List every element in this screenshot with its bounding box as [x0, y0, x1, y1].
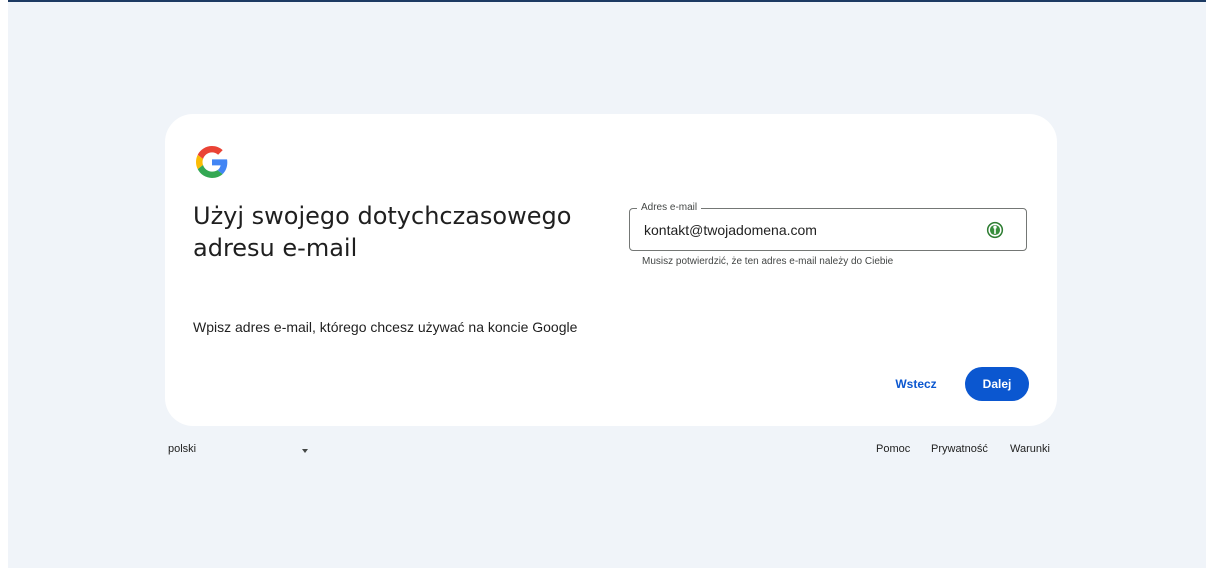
google-g-logo-icon [196, 146, 228, 178]
page-subtitle: Wpisz adres e-mail, którego chcesz używa… [193, 319, 578, 335]
signup-card: Użyj swojego dotychczasowego adresu e-ma… [165, 114, 1057, 426]
email-input[interactable] [631, 215, 974, 245]
email-helper-text: Musisz potwierdzić, że ten adres e-mail … [642, 256, 894, 267]
password-manager-icon[interactable] [986, 221, 1004, 239]
chevron-down-icon [302, 449, 308, 453]
terms-link[interactable]: Warunki [1010, 443, 1050, 455]
privacy-link[interactable]: Prywatność [931, 443, 988, 455]
help-link[interactable]: Pomoc [876, 443, 910, 455]
page-background: Użyj swojego dotychczasowego adresu e-ma… [8, 2, 1206, 568]
email-field-label: Adres e-mail [637, 202, 702, 214]
back-button[interactable]: Wstecz [889, 369, 943, 399]
window-left-border [0, 0, 8, 568]
page-title: Użyj swojego dotychczasowego adresu e-ma… [193, 202, 572, 262]
language-selector[interactable]: polski [168, 440, 313, 460]
language-selector-value: polski [168, 443, 197, 455]
next-button[interactable]: Dalej [965, 367, 1029, 401]
email-field[interactable]: Adres e-mail [629, 202, 1027, 251]
